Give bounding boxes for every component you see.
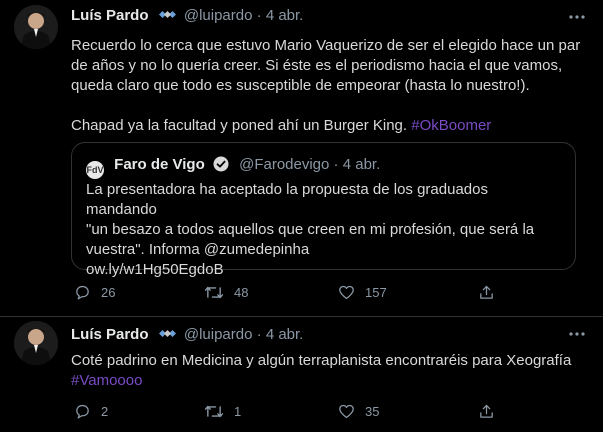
tweet[interactable]: Luís Pardo @luipardo · 4 abr. Recuerdo l… — [0, 0, 603, 317]
tweet-text-line: Recuerdo lo cerca que estuvo Mario Vaque… — [71, 37, 581, 54]
satellite-icon — [158, 6, 176, 29]
reply-count: 26 — [101, 285, 116, 300]
quoted-tweet[interactable]: FdV Faro de Vigo @Farodevigo · 4 abr. La… — [71, 142, 576, 278]
more-icon[interactable] — [567, 327, 587, 341]
like-icon — [339, 285, 354, 300]
reply-button[interactable]: 2 — [74, 402, 108, 422]
tweet-header: Luís Pardo @luipardo · 4 abr. — [71, 325, 581, 345]
tweet-header: Luís Pardo @luipardo · 4 abr. — [71, 6, 581, 26]
like-count: 35 — [365, 404, 380, 419]
reply-icon — [76, 285, 89, 300]
separator: · — [256, 326, 262, 343]
author-name[interactable]: Luís Pardo — [71, 7, 149, 24]
share-icon — [480, 404, 493, 418]
quoted-tweet-text: La presentadora ha aceptado la propuesta… — [86, 180, 563, 280]
satellite-icon — [158, 325, 176, 348]
share-icon — [480, 285, 493, 299]
like-button[interactable]: 35 — [338, 402, 379, 422]
quoted-link[interactable]: ow.ly/w1Hg50EgdoB — [86, 260, 563, 280]
like-button[interactable]: 157 — [338, 283, 387, 303]
separator: · — [256, 7, 262, 24]
retweet-icon — [204, 405, 224, 418]
retweet-button[interactable]: 1 — [204, 402, 241, 422]
quoted-date[interactable]: 4 abr. — [343, 156, 381, 173]
avatar[interactable] — [14, 321, 58, 365]
tweet-date[interactable]: 4 abr. — [266, 7, 304, 24]
quoted-avatar[interactable]: FdV — [86, 161, 104, 179]
author-name[interactable]: Luís Pardo — [71, 326, 149, 343]
like-count: 157 — [365, 285, 387, 300]
quoted-author-name[interactable]: Faro de Vigo — [114, 156, 205, 173]
reply-button[interactable]: 26 — [74, 283, 115, 303]
retweet-count: 1 — [234, 404, 242, 419]
retweet-count: 48 — [234, 285, 249, 300]
tweet-date[interactable]: 4 abr. — [266, 326, 304, 343]
more-icon[interactable] — [567, 10, 587, 24]
tweet-text-line: queda claro que todo es susceptible de e… — [71, 77, 530, 94]
share-button[interactable] — [478, 283, 505, 303]
reply-count: 2 — [101, 404, 109, 419]
quoted-text-line: La presentadora ha aceptado la propuesta… — [86, 181, 488, 218]
verified-icon — [213, 156, 229, 178]
hashtag-link[interactable]: #Vamoooo — [71, 371, 581, 391]
like-icon — [339, 404, 354, 419]
share-button[interactable] — [478, 402, 505, 422]
quoted-author-handle[interactable]: @Farodevigo — [239, 156, 329, 173]
tweet-text-line: Coté padrino en Medicina y algún terrapl… — [71, 352, 572, 369]
retweet-icon — [204, 286, 224, 299]
reply-icon — [76, 404, 89, 419]
quoted-text-line: "un besazo a todos aquellos que creen en… — [86, 221, 535, 238]
tweet-text-span: Chapad ya la facultad y poned ahí un Bur… — [71, 117, 408, 134]
tweet[interactable]: Luís Pardo @luipardo · 4 abr. Coté padri… — [0, 317, 603, 432]
tweet-text-line: Chapad ya la facultad y poned ahí un Bur… — [71, 116, 581, 136]
author-handle[interactable]: @luipardo — [184, 326, 253, 343]
tweet-text: Recuerdo lo cerca que estuvo Mario Vaque… — [71, 36, 581, 136]
separator: · — [333, 156, 339, 173]
tweet-text: Coté padrino en Medicina y algún terrapl… — [71, 351, 581, 391]
quoted-text-line: vuestra". Informa @zumedepinha — [86, 241, 310, 258]
author-handle[interactable]: @luipardo — [184, 7, 253, 24]
tweet-text-line: de años y no lo quería creer. Si éste es… — [71, 57, 563, 74]
retweet-button[interactable]: 48 — [204, 283, 248, 303]
hashtag-link[interactable]: #OkBoomer — [411, 117, 491, 134]
avatar[interactable] — [14, 5, 58, 49]
quoted-tweet-header: FdV Faro de Vigo @Farodevigo · 4 abr. — [86, 155, 381, 179]
